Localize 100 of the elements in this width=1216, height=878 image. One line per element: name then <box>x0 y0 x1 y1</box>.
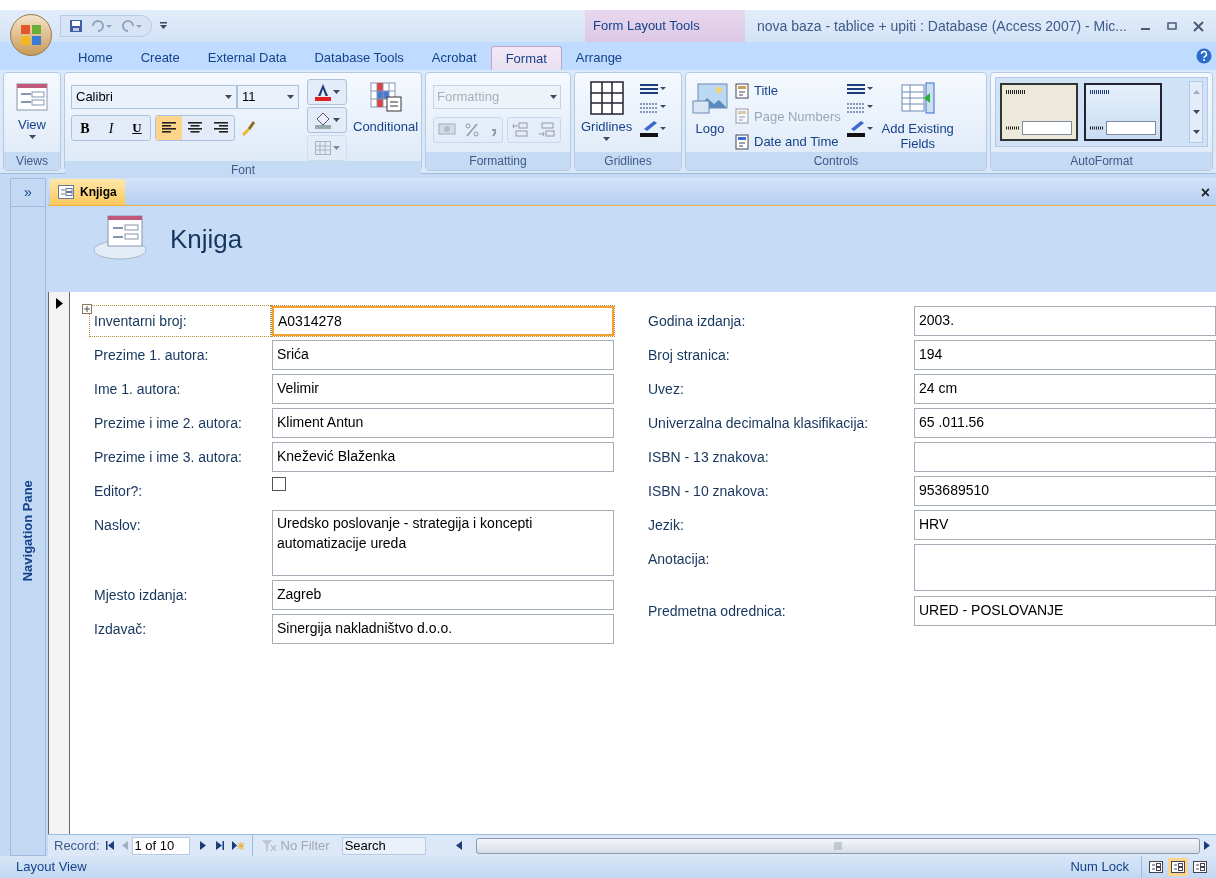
office-button[interactable] <box>10 14 52 56</box>
autoformat-style[interactable] <box>1000 83 1078 141</box>
gridlines-button[interactable]: Gridlines <box>579 77 635 152</box>
ribbon-tab[interactable]: Format <box>490 46 562 70</box>
field-label: Godina izdanja: <box>647 312 747 331</box>
search-field[interactable]: Search <box>341 836 426 855</box>
add-existing-fields-button[interactable]: Add Existing Fields <box>872 77 957 152</box>
first-record-icon[interactable] <box>105 841 114 850</box>
save-icon[interactable] <box>69 19 83 33</box>
border-thickness-icon[interactable] <box>846 83 873 95</box>
sample-text-icon <box>1006 126 1020 130</box>
text-field[interactable]: Kliment Antun <box>272 408 614 438</box>
text-field[interactable]: Sinergija nakladništvo d.o.o. <box>272 614 614 644</box>
office-logo-icon <box>20 24 42 46</box>
memo-field[interactable] <box>914 544 1216 591</box>
layout-view-button[interactable] <box>1168 858 1188 876</box>
group-label: Gridlines <box>575 152 681 170</box>
help-icon[interactable] <box>1196 48 1212 64</box>
field-label: ISBN - 10 znakova: <box>647 482 770 501</box>
text-field[interactable]: 65 .011.56 <box>914 408 1216 438</box>
document-tab[interactable]: Knjiga <box>50 179 125 205</box>
field-list-icon <box>899 81 936 117</box>
caret-icon <box>332 118 340 122</box>
text-field[interactable]: HRV <box>914 510 1216 540</box>
restore-icon[interactable] <box>1167 21 1177 31</box>
editor-checkbox[interactable] <box>272 477 286 491</box>
field-label: ISBN - 13 znakova: <box>647 448 770 467</box>
text-field[interactable]: Knežević Blaženka <box>272 442 614 472</box>
form-view-button[interactable] <box>1146 858 1166 876</box>
form-view-icon <box>16 83 48 111</box>
navigation-pane[interactable]: » Navigation Pane <box>10 178 46 856</box>
picture-icon <box>692 83 728 117</box>
field-label: Prezime i ime 2. autora: <box>93 414 243 433</box>
text-field[interactable]: 24 cm <box>914 374 1216 404</box>
title-button[interactable]: Title <box>734 81 841 101</box>
line-type-icon[interactable] <box>640 101 667 113</box>
fill-color-button[interactable] <box>307 107 347 133</box>
close-document-button[interactable]: × <box>1200 185 1210 201</box>
underline-button[interactable]: U <box>124 116 150 140</box>
conditional-button[interactable]: Conditional <box>353 77 419 161</box>
sample-text-icon <box>1090 126 1104 130</box>
align-left-button[interactable] <box>156 116 182 140</box>
sample-text-icon <box>1006 89 1026 95</box>
ribbon-tab[interactable]: Arrange <box>561 46 637 70</box>
caret-icon <box>225 95 232 99</box>
ribbon-tab[interactable]: Home <box>64 46 127 70</box>
text-field[interactable]: A0314278 <box>272 306 614 336</box>
field-label: Prezime i ime 3. autora: <box>93 448 243 467</box>
next-record-icon[interactable] <box>199 841 206 850</box>
group-label: AutoFormat <box>991 152 1212 170</box>
last-record-icon[interactable] <box>215 841 224 850</box>
font-size-select[interactable]: 11 <box>237 85 299 109</box>
line-color-icon[interactable] <box>640 119 667 137</box>
caret-icon <box>603 136 611 141</box>
bold-button[interactable]: B <box>72 116 98 140</box>
line-thickness-icon[interactable] <box>640 83 667 95</box>
logo-button[interactable]: Logo <box>690 77 730 152</box>
date-and-time-button[interactable]: Date and Time <box>734 132 841 152</box>
form-title: Knjiga <box>170 223 243 256</box>
ribbon-tab[interactable]: Acrobat <box>417 46 491 70</box>
close-icon[interactable] <box>1193 20 1204 32</box>
ribbon-tab[interactable]: External Data <box>193 46 301 70</box>
text-field[interactable]: URED - POSLOVANJE <box>914 596 1216 626</box>
font-name-select[interactable]: Calibri <box>71 85 237 109</box>
border-color-icon[interactable] <box>846 119 873 137</box>
field-label: Mjesto izdanja: <box>93 586 189 605</box>
ribbon-tab[interactable]: Create <box>126 46 194 70</box>
text-field[interactable] <box>914 442 1216 472</box>
document-icon <box>734 82 750 99</box>
text-field[interactable]: 953689510 <box>914 476 1216 506</box>
italic-button[interactable]: I <box>98 116 124 140</box>
window-title: nova baza - tablice + upiti : Database (Access 2007) - Mic... <box>757 16 1127 36</box>
text-field[interactable]: Velimir <box>272 374 614 404</box>
scroll-right-icon[interactable] <box>1204 841 1210 850</box>
field-label: Ime 1. autora: <box>93 380 182 399</box>
num-lock-indicator: Num Lock <box>1070 858 1129 877</box>
text-field[interactable]: Srića <box>272 340 614 370</box>
new-record-icon[interactable] <box>231 840 244 851</box>
caret-icon <box>550 95 557 99</box>
move-handle-icon[interactable] <box>82 304 92 314</box>
font-color-button[interactable] <box>307 79 347 105</box>
record-position-field[interactable]: 1 of 10 <box>131 836 190 855</box>
contextual-tab-label: Form Layout Tools <box>585 10 745 42</box>
memo-field[interactable]: Uredsko poslovanje - strategija i koncepti automatizacije ureda <box>272 510 614 576</box>
text-field[interactable]: 2003. <box>914 306 1216 336</box>
record-selector[interactable] <box>48 292 70 834</box>
field-label: Naslov: <box>93 516 142 535</box>
view-icon <box>1149 861 1163 873</box>
view-button[interactable]: View <box>8 77 56 152</box>
ribbon-tab[interactable]: Database Tools <box>300 46 418 70</box>
customize-toolbar-icon[interactable] <box>160 22 167 30</box>
grid-icon <box>314 141 331 155</box>
border-type-icon[interactable] <box>846 101 873 113</box>
autoformat-style[interactable] <box>1084 83 1162 141</box>
gallery-scrollbar[interactable] <box>1189 81 1203 143</box>
text-field[interactable]: Zagreb <box>272 580 614 610</box>
text-field[interactable]: 194 <box>914 340 1216 370</box>
design-view-button[interactable] <box>1190 858 1210 876</box>
expand-pane-button[interactable]: » <box>11 179 45 207</box>
scroll-left-icon[interactable] <box>455 841 462 850</box>
